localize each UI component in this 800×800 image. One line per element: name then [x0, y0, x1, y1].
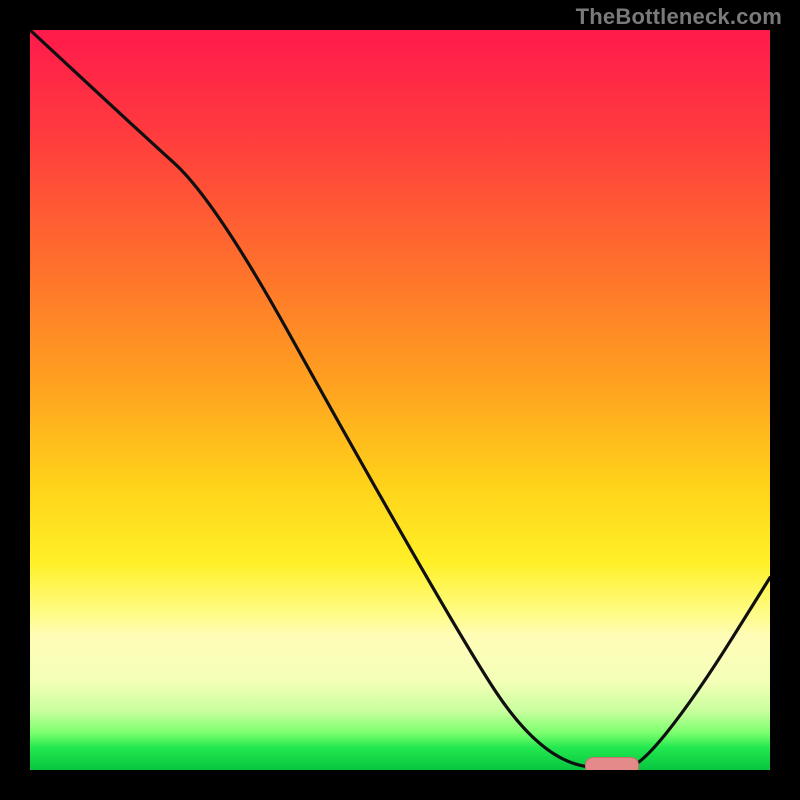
watermark-label: TheBottleneck.com	[576, 4, 782, 30]
chart-frame: TheBottleneck.com	[0, 0, 800, 800]
optimal-range-marker	[585, 757, 639, 770]
bottleneck-curve	[30, 30, 770, 770]
chart-svg	[30, 30, 770, 770]
plot-area	[30, 30, 770, 770]
